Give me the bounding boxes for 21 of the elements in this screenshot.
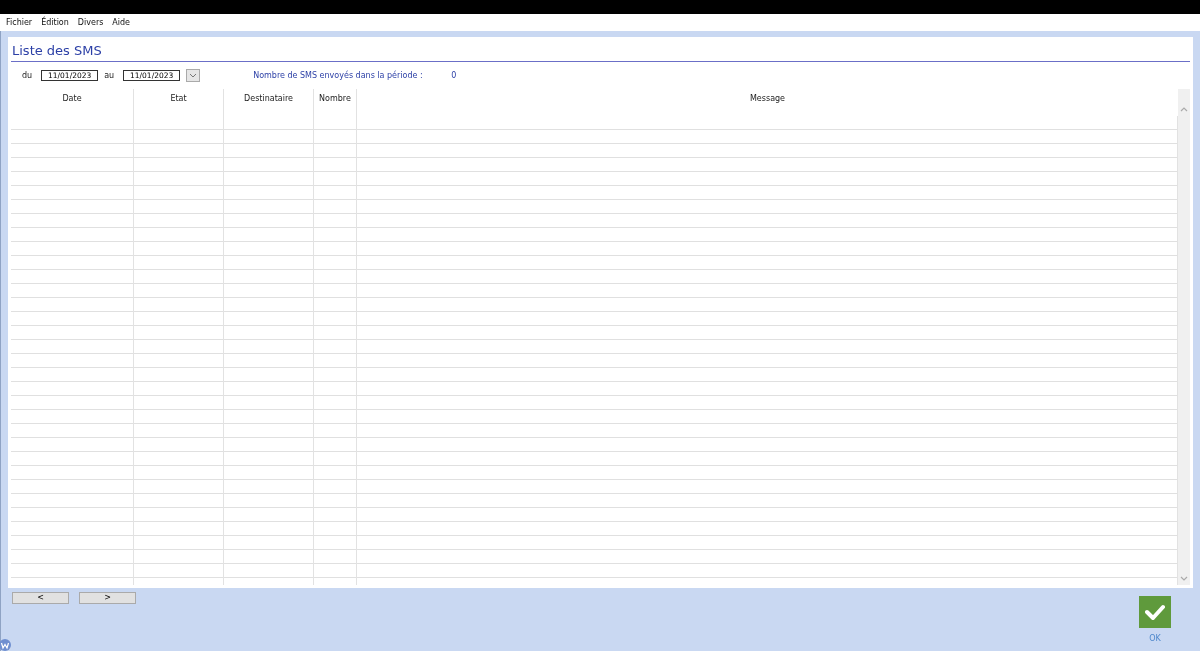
menu-item[interactable]: Aide	[112, 18, 131, 27]
next-button[interactable]: >	[79, 592, 136, 604]
checkmark-icon	[1145, 604, 1165, 620]
ok-label: OK	[1149, 634, 1161, 643]
count-value: 0	[451, 70, 457, 80]
panel-title: Liste des SMS	[11, 41, 1190, 62]
menu-item[interactable]: Édition	[41, 18, 69, 27]
app-logo-icon	[0, 639, 11, 651]
scroll-down-icon[interactable]	[1180, 576, 1188, 581]
ok-button[interactable]	[1139, 596, 1171, 628]
scroll-up-icon[interactable]	[1180, 107, 1188, 112]
to-label: au	[104, 70, 115, 80]
menu-item[interactable]: Divers	[77, 18, 104, 27]
count-label: Nombre de SMS envoyés dans la période :	[253, 70, 424, 80]
column-header[interactable]: Message	[357, 89, 1178, 116]
from-label: du	[22, 70, 33, 80]
menu-item[interactable]: Fichier	[6, 18, 33, 27]
scrollbar[interactable]	[1178, 89, 1190, 585]
dropdown-button[interactable]	[186, 68, 201, 82]
previous-button[interactable]: <	[12, 592, 69, 604]
caret-icon	[189, 72, 198, 78]
